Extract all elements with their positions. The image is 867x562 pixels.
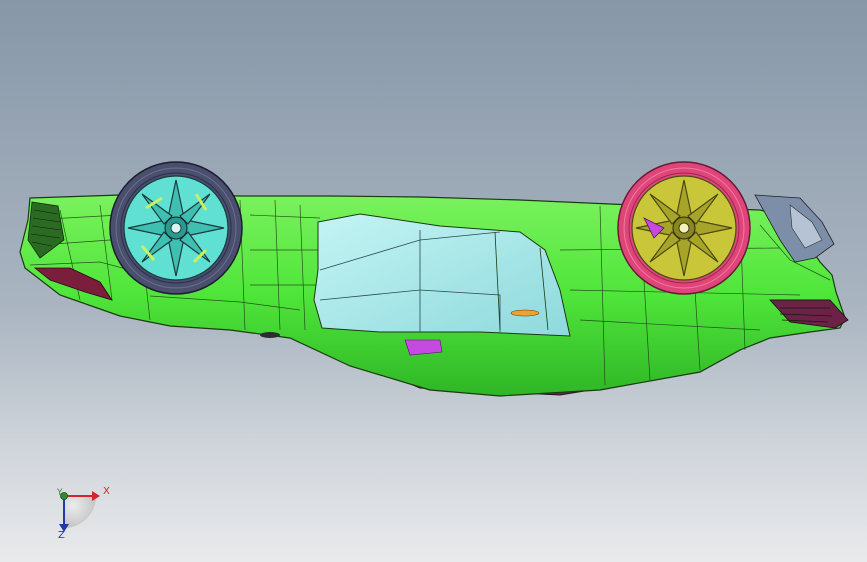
triad-shade xyxy=(64,496,96,528)
x-axis-label: X xyxy=(103,486,110,497)
front-chin xyxy=(260,332,280,338)
rear-wheel[interactable] xyxy=(617,161,751,295)
car-model[interactable] xyxy=(0,0,867,562)
door-handle xyxy=(404,339,443,356)
z-axis-label: Z xyxy=(58,530,65,541)
graphics-viewport[interactable]: X Y Z xyxy=(0,0,867,562)
side-indicator xyxy=(510,309,540,317)
coordinate-triad xyxy=(59,491,100,532)
y-axis-label: Y xyxy=(57,488,63,498)
x-axis-arrow xyxy=(92,491,100,501)
front-wheel[interactable] xyxy=(109,161,243,295)
